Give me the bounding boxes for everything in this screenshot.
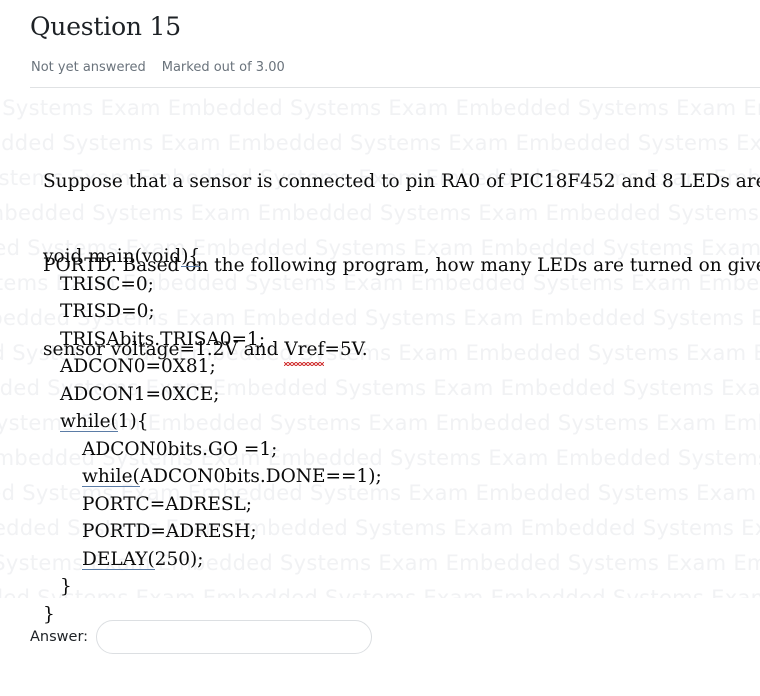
code-segment: ADCON1=0XCE; bbox=[60, 383, 220, 405]
code-line: PORTD=ADRESH; bbox=[43, 518, 743, 546]
question-meta: Not yet answered Marked out of 3.00 bbox=[31, 60, 285, 75]
answer-row: Answer: bbox=[30, 620, 373, 654]
code-line: TRISAbits.TRISA0=1; bbox=[43, 326, 743, 354]
code-line: ADCON1=0XCE; bbox=[43, 381, 743, 409]
code-line: TRISC=0; bbox=[43, 271, 743, 299]
code-segment: TRISAbits.TRISA0=1; bbox=[60, 328, 266, 350]
grammar-flagged-token: DELAY( bbox=[82, 548, 155, 570]
code-segment: ADCON0=0X81; bbox=[60, 356, 216, 377]
answer-state-label: Not yet answered bbox=[31, 60, 146, 75]
code-line: while(ADCON0bits.DONE==1); bbox=[43, 463, 743, 491]
code-segment: PORTC=ADRESL; bbox=[82, 493, 253, 515]
marks-label: Marked out of 3.00 bbox=[161, 60, 285, 75]
header-divider bbox=[30, 87, 760, 88]
code-segment: 1){ bbox=[117, 411, 149, 432]
answer-label: Answer: bbox=[30, 629, 89, 645]
code-segment: TRISD=0; bbox=[60, 301, 155, 322]
code-segment: PORTD=ADRESH; bbox=[82, 521, 257, 542]
code-segment: } bbox=[60, 576, 72, 597]
code-line: while(1){ bbox=[43, 408, 743, 436]
code-segment: ADCON0bits.GO =1; bbox=[82, 438, 278, 460]
code-segment: ADCON0bits.DONE==1); bbox=[139, 466, 382, 487]
grammar-flagged-token: while( bbox=[60, 411, 118, 433]
grammar-flagged-token: while( bbox=[82, 466, 140, 488]
code-line: void main(void){ bbox=[43, 243, 743, 271]
code-line: } bbox=[43, 573, 743, 601]
question-page: Embedded Systems Exam Embedded Systems E… bbox=[0, 0, 760, 696]
code-line: DELAY(250); bbox=[43, 546, 743, 574]
code-line: PORTC=ADRESL; bbox=[43, 491, 743, 519]
grammar-flagged-token: ){ bbox=[181, 246, 201, 268]
code-segment: 250); bbox=[154, 548, 204, 570]
code-line: TRISD=0; bbox=[43, 298, 743, 326]
code-block: void main(void){TRISC=0; TRISD=0; TRISAbit… bbox=[43, 243, 743, 628]
code-line: ADCON0=0X81; bbox=[43, 353, 743, 381]
code-segment: TRISC=0; bbox=[60, 273, 154, 295]
code-line: ADCON0bits.GO =1; bbox=[43, 436, 743, 464]
question-text-line: Suppose that a sensor is connected to pi… bbox=[43, 171, 760, 192]
answer-input[interactable] bbox=[96, 620, 373, 654]
page-title: Question 15 bbox=[30, 12, 181, 41]
code-segment: void main(void bbox=[43, 246, 182, 267]
